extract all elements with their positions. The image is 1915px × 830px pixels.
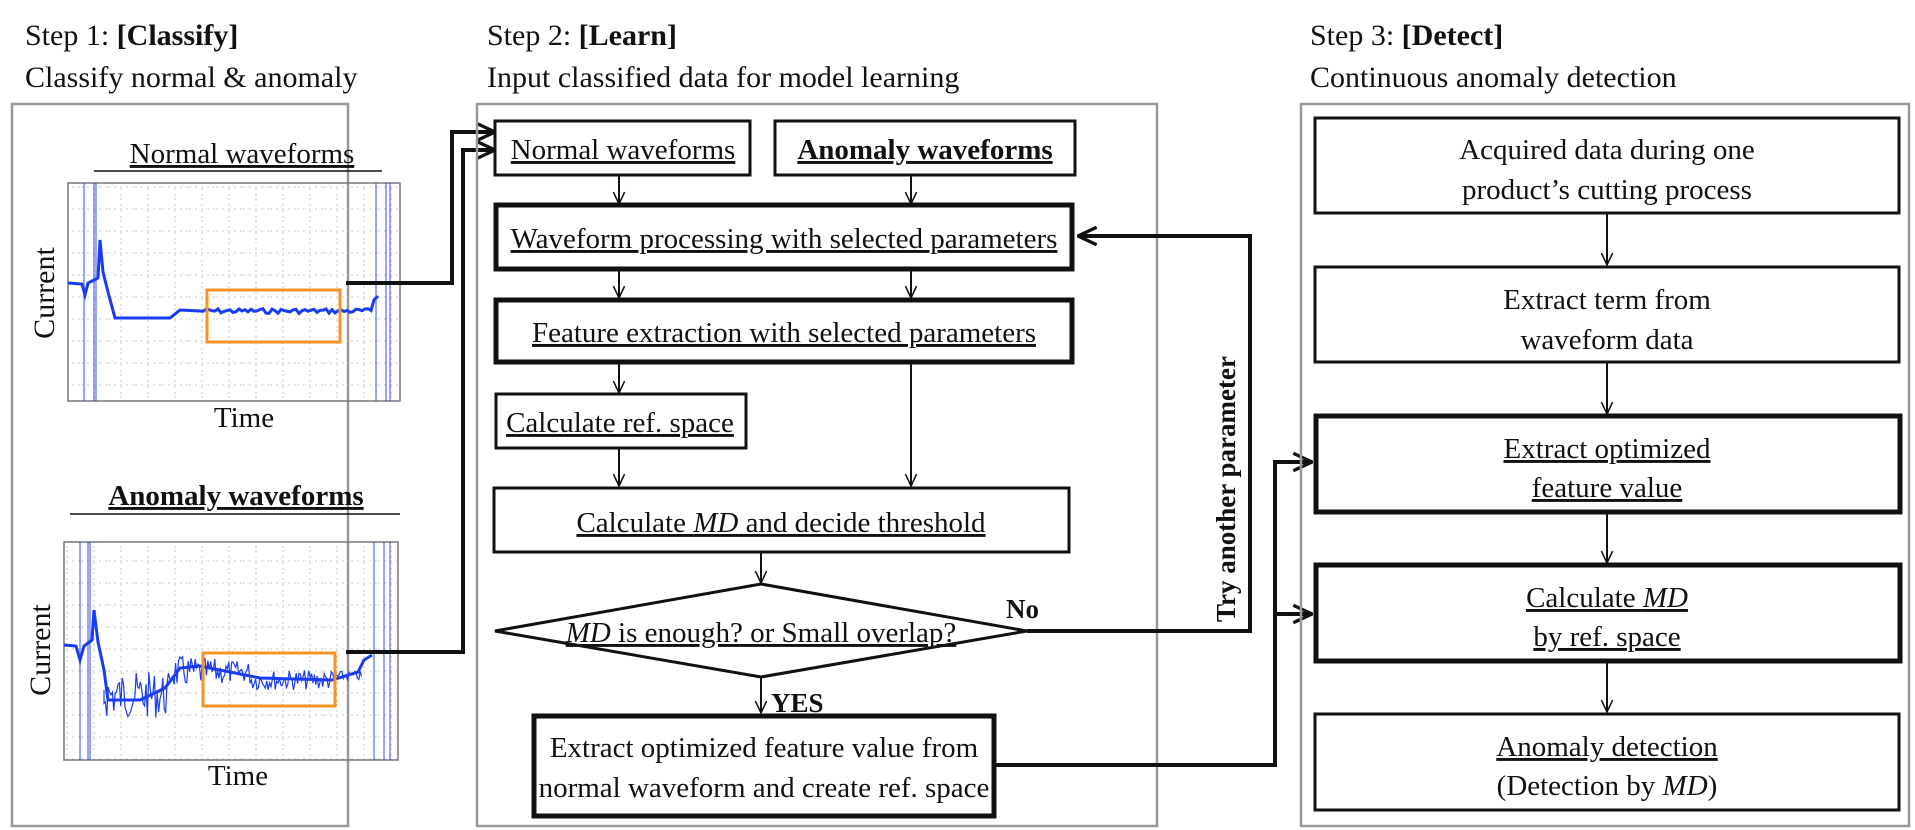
step3-subtitle: Continuous anomaly detection bbox=[1310, 61, 1677, 94]
box-calculate-md-ref-space: Calculate MD by ref. space bbox=[1313, 562, 1903, 664]
svg-text:product’s cutting process: product’s cutting process bbox=[1462, 174, 1752, 206]
step1-title: Step 1: [Classify] bbox=[25, 19, 238, 52]
box-calculate-md-threshold: Calculate MD and decide threshold bbox=[492, 486, 1071, 554]
svg-text:Extract term from: Extract term from bbox=[1503, 284, 1711, 316]
svg-text:by ref. space: by ref. space bbox=[1533, 621, 1680, 653]
svg-text:Calculate ref. space: Calculate ref. space bbox=[506, 407, 734, 439]
svg-text:normal waveform and create ref: normal waveform and create ref. space bbox=[539, 772, 990, 804]
step1-subtitle: Classify normal & anomaly bbox=[25, 61, 357, 94]
box-normal-waveforms: Normal waveforms bbox=[493, 119, 752, 177]
svg-text:Waveform processing with selec: Waveform processing with selected parame… bbox=[511, 223, 1058, 255]
box-calculate-ref-space: Calculate ref. space bbox=[494, 392, 748, 450]
box-extract-optimized-create-ref: Extract optimized feature value from nor… bbox=[531, 713, 997, 819]
svg-text:feature value: feature value bbox=[1532, 472, 1683, 504]
svg-text:Acquired data during one: Acquired data during one bbox=[1459, 134, 1755, 166]
svg-text:Anomaly waveforms: Anomaly waveforms bbox=[797, 134, 1052, 166]
svg-text:MD is enough? or Small overlap: MD is enough? or Small overlap? bbox=[565, 617, 957, 649]
normal-waveforms-title: Normal waveforms bbox=[130, 138, 355, 170]
box-extract-term: Extract term from waveform data bbox=[1313, 265, 1901, 364]
anomaly-detection-flow-diagram: Step 1: [Classify] Classify normal & ano… bbox=[10, 19, 1911, 828]
box-feature-extraction: Feature extraction with selected paramet… bbox=[493, 297, 1075, 365]
step3-title: Step 3: [Detect] bbox=[1310, 19, 1503, 52]
step3-header: Step 3: [Detect] Continuous anomaly dete… bbox=[1310, 19, 1677, 94]
normal-y-axis-label: Current bbox=[28, 247, 61, 339]
svg-text:waveform data: waveform data bbox=[1520, 324, 1693, 356]
normal-waveform-chart: Normal waveforms Current Time bbox=[28, 138, 401, 434]
anomaly-waveform-chart: Anomaly waveforms Current Time bbox=[24, 480, 400, 792]
anomaly-x-axis-label: Time bbox=[208, 760, 268, 792]
step2-title: Step 2: [Learn] bbox=[487, 19, 677, 52]
svg-text:(Detection by MD): (Detection by MD) bbox=[1497, 770, 1718, 802]
box-waveform-processing: Waveform processing with selected parame… bbox=[493, 202, 1075, 272]
svg-text:Normal waveforms: Normal waveforms bbox=[511, 134, 736, 166]
step2-header: Step 2: [Learn] Input classified data fo… bbox=[487, 19, 959, 94]
svg-text:Calculate MD: Calculate MD bbox=[1526, 582, 1688, 614]
step2-subtitle: Input classified data for model learning bbox=[487, 61, 959, 94]
svg-text:Extract optimized: Extract optimized bbox=[1504, 433, 1711, 465]
no-label: No bbox=[1006, 594, 1039, 624]
box-anomaly-detection: Anomaly detection (Detection by MD) bbox=[1313, 712, 1901, 812]
svg-text:Anomaly detection: Anomaly detection bbox=[1496, 731, 1718, 763]
svg-text:Extract optimized feature valu: Extract optimized feature value from bbox=[550, 732, 979, 764]
anomaly-y-axis-label: Current bbox=[24, 604, 57, 696]
anomaly-waveforms-title: Anomaly waveforms bbox=[108, 480, 363, 512]
box-anomaly-waveforms: Anomaly waveforms bbox=[773, 119, 1077, 177]
box-extract-optimized-feature: Extract optimized feature value bbox=[1313, 413, 1903, 515]
normal-x-axis-label: Time bbox=[214, 402, 274, 434]
box-acquired-data: Acquired data during one product’s cutti… bbox=[1313, 116, 1901, 215]
decision-md-enough: MD is enough? or Small overlap? No bbox=[494, 582, 1039, 679]
try-another-parameter-label: Try another parameter bbox=[1211, 356, 1241, 622]
svg-text:Feature extraction with select: Feature extraction with selected paramet… bbox=[532, 317, 1036, 349]
step1-header: Step 1: [Classify] Classify normal & ano… bbox=[25, 19, 357, 94]
svg-text:Calculate MD and decide thresh: Calculate MD and decide threshold bbox=[576, 507, 986, 539]
plot-area bbox=[67, 182, 401, 402]
